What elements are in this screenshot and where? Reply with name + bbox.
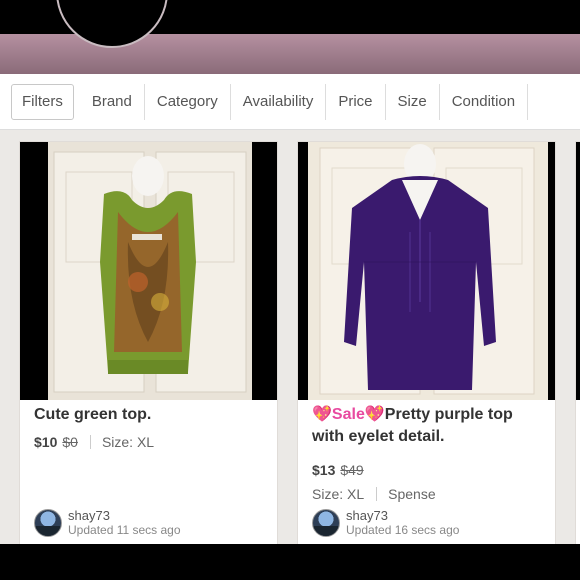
sale-tag: 💖Sale💖 [312, 406, 385, 423]
listing-price: $10 [34, 434, 58, 450]
listing-size: Size: XL [312, 486, 365, 502]
updated-time: Updated 16 secs ago [346, 523, 460, 537]
filter-bar: Filters Brand Category Availability Pric… [0, 74, 580, 130]
seller-name[interactable]: shay73 [346, 508, 459, 523]
price-filter[interactable]: Price [326, 83, 386, 120]
listing-grid: Cute green top. $10 $0 Size: XL shay73 U… [0, 130, 580, 544]
seller-avatar[interactable] [34, 509, 62, 537]
seller-avatar[interactable] [312, 509, 340, 537]
listing-size: Size: XL [101, 434, 155, 450]
original-price: $49 [340, 462, 364, 478]
price-row: $10 $0 Size: XL [34, 434, 154, 450]
profile-banner [0, 0, 580, 74]
divider [89, 435, 91, 449]
listing-card[interactable]: Cute green top. $10 $0 Size: XL shay73 U… [19, 141, 278, 544]
listing-title[interactable]: Cute green top. [34, 404, 266, 426]
bottom-bar [0, 544, 580, 580]
size-filter[interactable]: Size [386, 83, 440, 120]
listing-card[interactable]: 💖Sale💖Pretty purple top with eyelet deta… [297, 141, 556, 544]
listing-image[interactable] [298, 142, 555, 400]
updated-time: Updated 11 secs ago [68, 523, 181, 537]
category-filter[interactable]: Category [145, 83, 231, 120]
listing-image[interactable] [576, 142, 580, 400]
listing-brand[interactable]: Spense [388, 486, 435, 502]
original-price: $0 [62, 434, 78, 450]
brand-filter[interactable]: Brand [80, 83, 145, 120]
seller-info[interactable]: shay73 Updated 16 secs ago [312, 508, 459, 538]
availability-filter[interactable]: Availability [231, 83, 327, 120]
meta-row: Size: XL Spense [312, 486, 436, 502]
seller-name[interactable]: shay73 [68, 508, 181, 523]
listing-card-partial[interactable] [575, 141, 580, 544]
listing-image[interactable] [20, 142, 277, 400]
listing-price: $13 [312, 462, 336, 478]
profile-avatar[interactable] [56, 0, 168, 48]
listing-title[interactable]: 💖Sale💖Pretty purple top with eyelet deta… [312, 404, 544, 448]
condition-filter[interactable]: Condition [440, 83, 529, 120]
divider [376, 487, 378, 501]
filters-button[interactable]: Filters [11, 83, 74, 120]
price-row: $13 $49 [312, 462, 376, 478]
seller-info[interactable]: shay73 Updated 11 secs ago [34, 508, 181, 538]
